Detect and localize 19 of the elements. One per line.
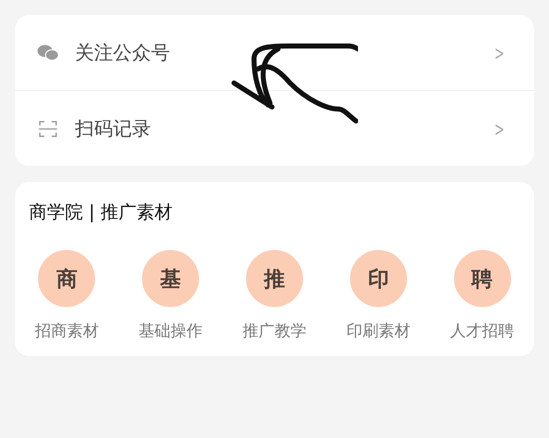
menu-item[interactable]: 扫码记录 > xyxy=(15,90,534,166)
category-badge[interactable]: 印 xyxy=(350,250,407,307)
menu-item[interactable]: 关注公众号 > xyxy=(15,15,534,90)
category-label[interactable]: 推广教学 xyxy=(242,321,306,342)
category-badge[interactable]: 商 xyxy=(38,250,96,307)
menu-label: 扫码记录 xyxy=(75,116,152,142)
scan-icon xyxy=(37,118,59,138)
chat-bubbles-icon xyxy=(37,42,59,62)
chevron-icon: > xyxy=(494,116,505,140)
category-badge[interactable]: 基 xyxy=(142,250,200,307)
category-label[interactable]: 人才招聘 xyxy=(450,321,514,342)
section-title: 商学院 | 推广素材 xyxy=(28,201,174,224)
category-label[interactable]: 印刷素材 xyxy=(346,321,410,342)
menu-label: 关注公众号 xyxy=(75,40,171,66)
category-badge[interactable]: 推 xyxy=(246,250,303,307)
category-label[interactable]: 招商素材 xyxy=(34,321,99,342)
chevron-icon: > xyxy=(494,40,505,64)
category-label[interactable]: 基础操作 xyxy=(138,321,203,342)
category-badge[interactable]: 聘 xyxy=(454,250,511,307)
